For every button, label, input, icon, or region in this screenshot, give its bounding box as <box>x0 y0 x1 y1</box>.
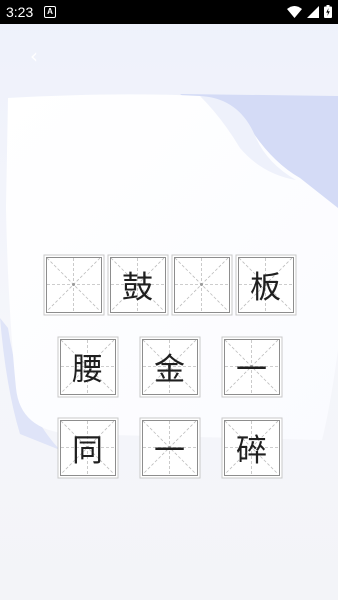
character-text: 同 <box>72 433 103 469</box>
character-cell[interactable]: 同 <box>60 420 116 476</box>
character-cell[interactable]: 鼓 <box>110 257 166 313</box>
character-text: 腰 <box>72 352 103 388</box>
character-text: 金 <box>154 352 185 388</box>
character-grid: 鼓 板 腰 金 一 同 一 碎 <box>0 0 338 600</box>
character-text: 碎 <box>236 433 267 469</box>
character-cell[interactable]: 板 <box>238 257 294 313</box>
character-cell[interactable]: 金 <box>142 339 198 395</box>
character-text: 板 <box>250 270 281 306</box>
character-text: 一 <box>236 352 267 388</box>
character-text: 鼓 <box>122 270 153 306</box>
character-text: 一 <box>154 433 185 469</box>
character-cell[interactable]: 一 <box>224 339 280 395</box>
character-cell[interactable]: 一 <box>142 420 198 476</box>
character-text <box>47 258 100 311</box>
character-cell[interactable] <box>174 257 230 313</box>
character-text <box>175 258 228 311</box>
character-cell[interactable] <box>46 257 102 313</box>
character-cell[interactable]: 腰 <box>60 339 116 395</box>
character-cell[interactable]: 碎 <box>224 420 280 476</box>
